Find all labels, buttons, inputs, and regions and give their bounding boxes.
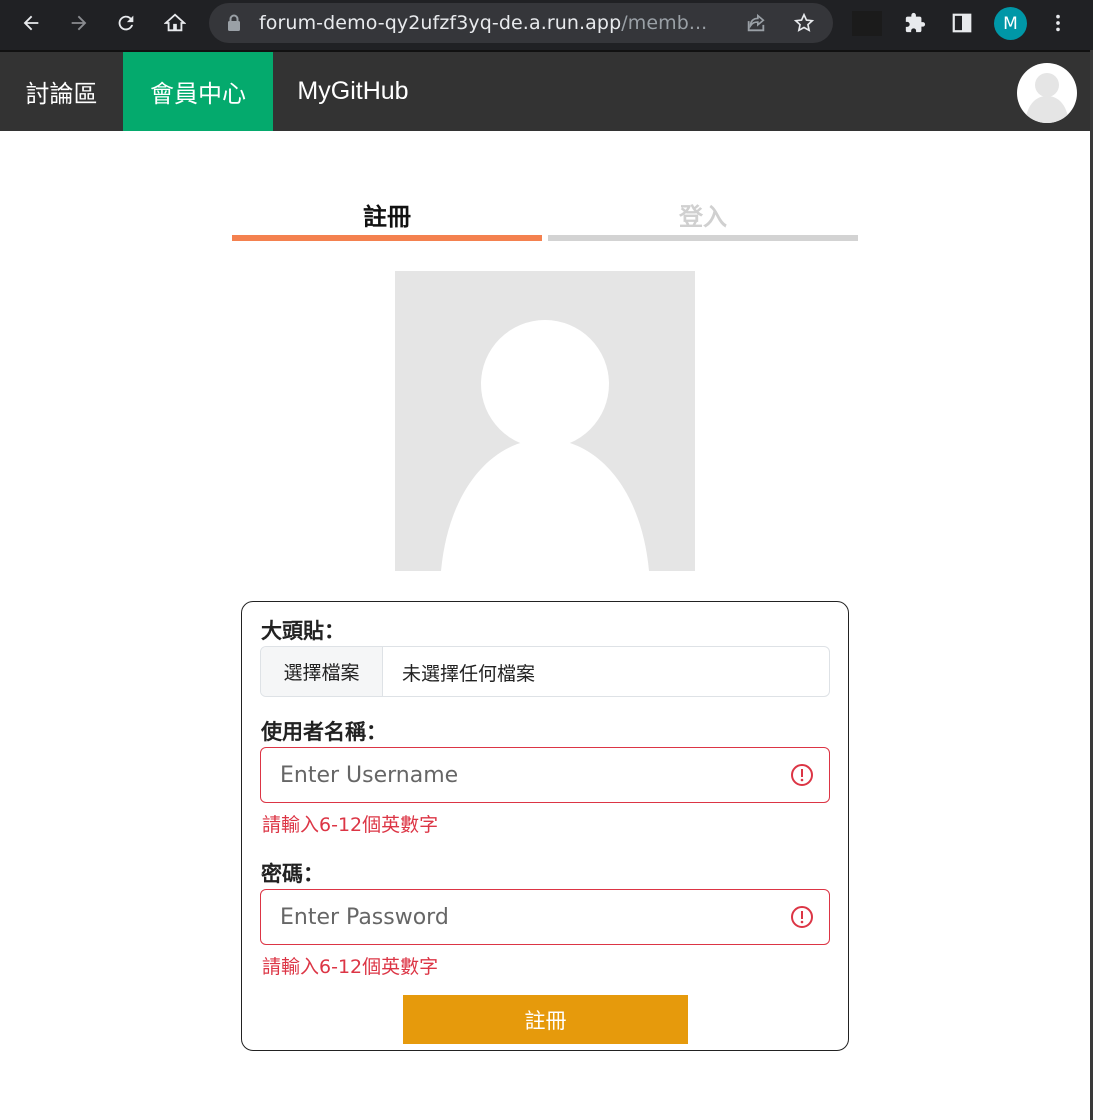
site-navbar: 討論區 會員中心 MyGitHub bbox=[0, 50, 1093, 131]
user-silhouette-icon bbox=[1025, 73, 1069, 123]
avatar-label: 大頭貼： bbox=[261, 619, 345, 643]
lock-icon[interactable] bbox=[227, 14, 241, 32]
default-avatar-icon bbox=[395, 271, 695, 571]
forward-arrow-icon[interactable] bbox=[63, 7, 95, 39]
file-status-text: 未選擇任何檔案 bbox=[402, 663, 536, 685]
choose-file-button[interactable]: 選擇檔案 bbox=[261, 647, 383, 696]
password-input[interactable] bbox=[260, 889, 830, 945]
browser-profile-avatar[interactable]: M bbox=[994, 7, 1027, 40]
extension-placeholder bbox=[852, 11, 882, 36]
reload-icon[interactable] bbox=[110, 7, 142, 39]
nav-link-forum[interactable]: 討論區 bbox=[0, 52, 123, 131]
nav-link-member-center[interactable]: 會員中心 bbox=[123, 52, 273, 131]
password-error-text: 請輸入6-12個英數字 bbox=[262, 956, 439, 978]
avatar-preview bbox=[395, 271, 695, 571]
username-error-icon bbox=[791, 764, 813, 786]
register-submit-button[interactable]: 註冊 bbox=[403, 995, 688, 1044]
menu-dots-icon[interactable] bbox=[1042, 7, 1074, 39]
password-error-icon bbox=[791, 906, 813, 928]
back-arrow-icon[interactable] bbox=[15, 7, 47, 39]
url-path: /memb... bbox=[621, 12, 708, 34]
tab-login[interactable]: 登入 bbox=[548, 190, 858, 241]
home-icon[interactable] bbox=[159, 7, 191, 39]
username-error-text: 請輸入6-12個英數字 bbox=[262, 814, 439, 836]
username-input[interactable] bbox=[260, 747, 830, 803]
avatar-file-input[interactable]: 選擇檔案 未選擇任何檔案 bbox=[260, 646, 830, 697]
side-panel-icon[interactable] bbox=[946, 7, 978, 39]
address-bar[interactable]: forum-demo-qy2ufzf3yq-de.a.run.app/memb.… bbox=[209, 3, 833, 43]
nav-link-mygithub[interactable]: MyGitHub bbox=[273, 52, 433, 131]
star-icon[interactable] bbox=[793, 12, 815, 34]
auth-tabs: 註冊 登入 bbox=[232, 190, 858, 242]
share-icon[interactable] bbox=[745, 12, 767, 34]
url-host: forum-demo-qy2ufzf3yq-de.a.run.app bbox=[259, 12, 622, 34]
username-label: 使用者名稱： bbox=[261, 720, 387, 744]
browser-toolbar: forum-demo-qy2ufzf3yq-de.a.run.app/memb.… bbox=[0, 0, 1093, 50]
password-label: 密碼： bbox=[261, 862, 324, 886]
extensions-icon[interactable] bbox=[899, 7, 931, 39]
tab-register[interactable]: 註冊 bbox=[232, 190, 542, 241]
user-avatar[interactable] bbox=[1017, 63, 1077, 123]
register-form: 大頭貼： 選擇檔案 未選擇任何檔案 使用者名稱： 請輸入6-12個英數字 密碼：… bbox=[241, 601, 849, 1051]
url-text: forum-demo-qy2ufzf3yq-de.a.run.app/memb.… bbox=[259, 12, 707, 34]
